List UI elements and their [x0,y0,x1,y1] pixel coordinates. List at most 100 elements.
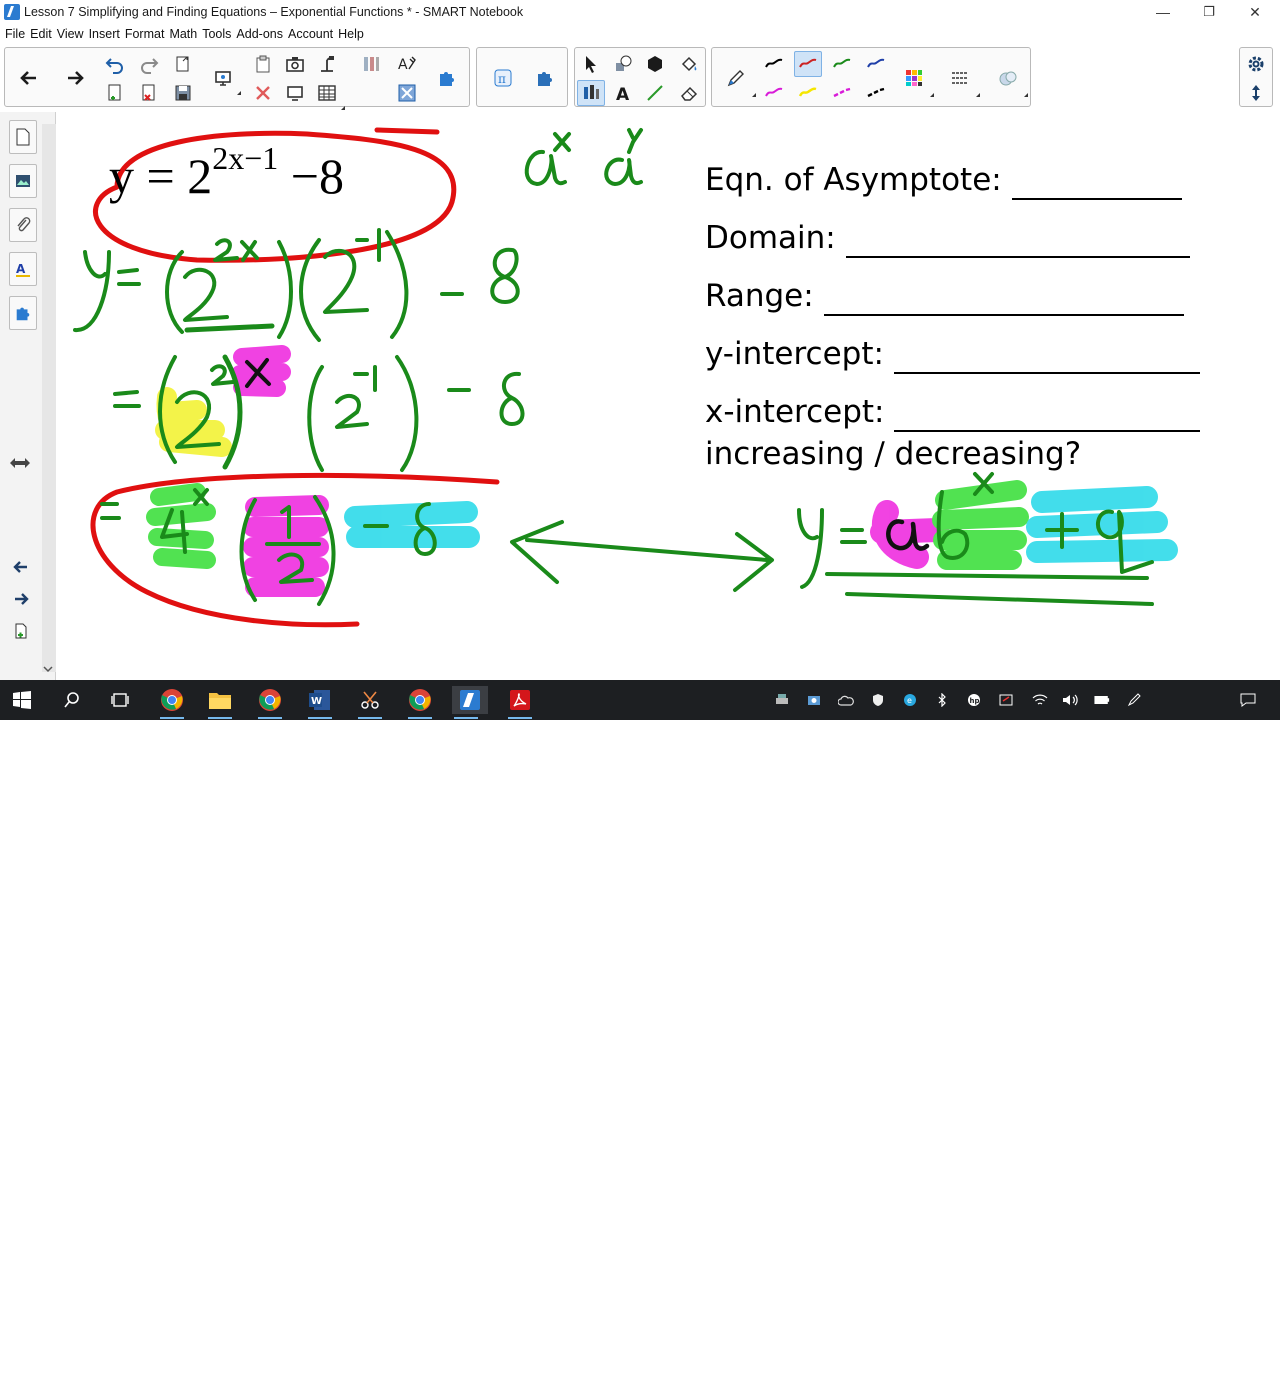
tray-onedrive-icon[interactable] [838,692,854,708]
redo-button[interactable] [135,51,163,77]
shapes-tool-button[interactable] [609,51,637,77]
save-button[interactable] [169,80,197,106]
question-x-intercept[interactable]: x-intercept: [705,394,1201,432]
close-button[interactable]: ✕ [1232,0,1278,24]
pen-type-button[interactable] [722,65,756,97]
menu-format[interactable]: Format [125,27,165,41]
whiteboard-canvas[interactable]: y = 22x−1 −8 Eqn. of Asymptote: Domain: … [57,112,1280,680]
delete-button[interactable] [249,80,277,106]
fill-tool-button[interactable] [641,51,669,77]
tray-app-icon-2[interactable] [806,692,822,708]
tray-app-icon-1[interactable] [774,692,790,708]
taskbar-clock[interactable]: 3:57 PM 5/15/2020 [1150,1363,1234,1395]
pen-tool-button[interactable] [577,80,605,106]
minimize-button[interactable]: — [1140,0,1186,24]
start-button[interactable] [8,686,36,714]
delete-page-button[interactable] [135,80,163,106]
search-button[interactable] [58,686,86,714]
question-increasing-decreasing[interactable]: increasing / decreasing? [705,436,1081,472]
pen-color-3[interactable] [828,51,856,77]
question-asymptote[interactable]: Eqn. of Asymptote: [705,162,1182,200]
next-page-button[interactable] [61,65,89,91]
page-sorter-tab[interactable] [9,120,37,154]
chrome-third-taskbar-button[interactable] [406,686,434,719]
tray-battery-icon[interactable] [1094,692,1110,708]
paste-button[interactable] [249,51,277,77]
menu-help[interactable]: Help [338,27,364,41]
chrome-taskbar-button[interactable] [158,686,186,719]
side-panel-scrollbar[interactable] [42,124,56,672]
acrobat-taskbar-button[interactable] [506,686,534,719]
menu-add-ons[interactable]: Add-ons [236,27,283,41]
pen-color-4[interactable] [862,51,890,77]
add-ons-button[interactable] [433,65,461,91]
scroll-down-arrow[interactable] [40,660,56,678]
pen-color-7[interactable] [828,80,856,106]
task-view-button[interactable] [106,686,134,714]
screen-shade-button[interactable] [209,65,241,95]
math-tools-button[interactable]: π [489,65,517,91]
menu-view[interactable]: View [57,27,84,41]
menu-account[interactable]: Account [288,27,333,41]
side-add-page-button[interactable] [12,622,30,640]
full-screen-button[interactable] [281,80,309,106]
pen-color-6[interactable] [794,80,822,106]
attachments-tab[interactable] [9,208,37,242]
pen-color-5[interactable] [760,80,788,106]
document-camera-button[interactable] [313,51,341,77]
restore-button[interactable]: ❐ [1186,0,1232,24]
line-style-button[interactable] [946,65,980,97]
tray-pen-icon[interactable] [1126,692,1142,708]
screen-capture-button[interactable] [281,51,309,77]
show-hide-button[interactable] [357,51,385,77]
text-tool-button[interactable]: A [609,80,637,106]
pen-color-2[interactable] [794,51,822,77]
menu-edit[interactable]: Edit [30,27,52,41]
fill-effects-button[interactable] [994,65,1028,97]
previous-page-button[interactable] [15,65,43,91]
tray-security-icon[interactable] [870,692,886,708]
open-file-button[interactable] [169,51,197,77]
tray-volume-icon[interactable] [1062,692,1078,708]
question-domain[interactable]: Domain: [705,220,1190,258]
file-explorer-taskbar-button[interactable] [206,686,234,719]
tray-wifi-icon[interactable] [1032,692,1048,708]
resize-panel-handle[interactable] [8,454,32,472]
tray-hp-icon[interactable]: hp [966,692,982,708]
eraser-tool-button[interactable] [675,80,703,106]
question-y-intercept[interactable]: y-intercept: [705,336,1200,374]
menu-math[interactable]: Math [169,27,197,41]
settings-button[interactable] [1242,51,1270,77]
tray-bluetooth-icon[interactable] [934,692,950,708]
side-next-page-button[interactable] [12,590,30,608]
question-range[interactable]: Range: [705,278,1184,316]
lesson-equation[interactable]: y = 22x−1 −8 [109,140,344,205]
undo-button[interactable] [101,51,129,77]
tray-app-icon-4[interactable] [998,692,1014,708]
menu-file[interactable]: File [5,27,25,41]
add-page-button[interactable] [101,80,129,106]
paint-bucket-button[interactable] [675,51,703,77]
pen-color-1[interactable] [760,51,788,77]
text-recognition-button[interactable]: A [393,51,421,77]
tray-app-icon-3[interactable]: e [902,692,918,708]
widgets-button[interactable] [531,65,559,91]
notifications-button[interactable] [1240,692,1256,708]
fit-to-page-button[interactable] [393,80,421,106]
menu-tools[interactable]: Tools [202,27,231,41]
smart-notebook-taskbar-button[interactable] [452,686,488,719]
word-taskbar-button[interactable]: W [306,686,334,719]
line-tool-button[interactable] [641,80,669,106]
insert-table-button[interactable] [313,80,345,110]
gallery-tab[interactable] [9,164,37,198]
pen-color-8[interactable] [862,80,890,106]
chrome-second-taskbar-button[interactable] [256,686,284,719]
side-previous-page-button[interactable] [12,558,30,576]
move-toolbar-button[interactable] [1242,80,1270,106]
add-ons-tab[interactable] [9,296,37,330]
select-tool-button[interactable] [577,51,605,77]
menu-insert[interactable]: Insert [89,27,120,41]
snipping-tool-taskbar-button[interactable] [356,686,384,719]
color-palette-button[interactable] [900,65,934,97]
properties-tab[interactable]: A [9,252,37,286]
